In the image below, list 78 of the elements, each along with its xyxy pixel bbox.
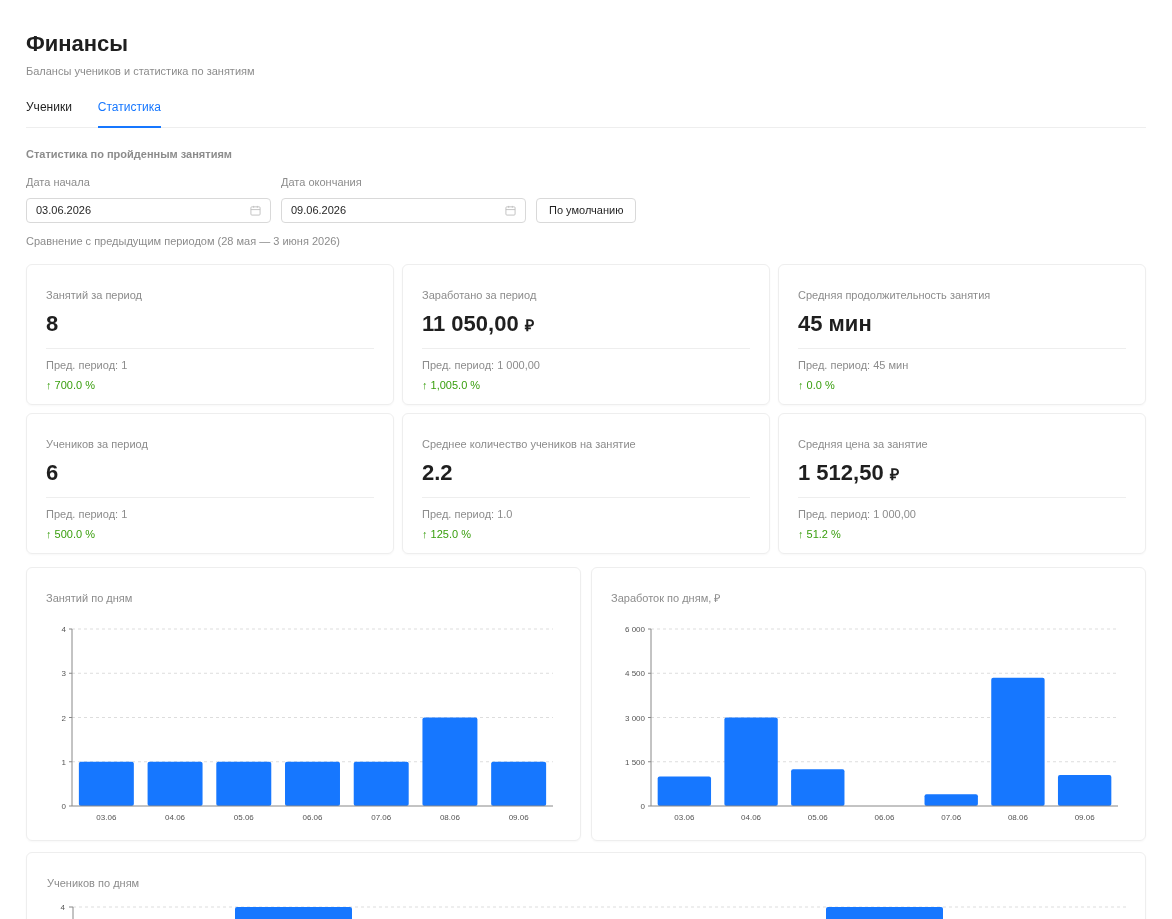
currency-sign: ₽ [889, 464, 899, 485]
bar [78, 761, 134, 806]
previous-period: Пред. период: 1 [46, 357, 128, 373]
metric-label: Заработано за период [422, 288, 537, 303]
metric-value: 8 [46, 309, 59, 338]
previous-period: Пред. период: 45 мин [798, 357, 909, 373]
field-label: Дата окончания [281, 175, 363, 190]
axis-tick-label: 06.06 [874, 812, 895, 822]
previous-period: Пред. период: 1 000,00 [422, 357, 540, 373]
axis-tick-label: 1 [61, 757, 66, 767]
axis-tick-label: 04.06 [165, 812, 186, 822]
change-percent: ↑ 700.0 % [46, 378, 95, 393]
metric-value: 45 мин [798, 309, 872, 338]
axis-tick-label: 0 [640, 801, 645, 811]
change-percent: ↑ 1,005.0 % [422, 378, 481, 393]
axis-tick-label: 08.06 [439, 812, 460, 822]
axis-tick-label: 1 500 [624, 757, 645, 767]
previous-period: Пред. период: 1 000,00 [798, 506, 916, 522]
axis-tick-label: 07.06 [941, 812, 962, 822]
metric-label: Среднее количество учеников на занятие [422, 437, 636, 452]
change-percent: ↑ 51.2 % [798, 527, 841, 542]
axis-tick-label: 4 [61, 624, 66, 634]
chart-title: Заработок по дням, ₽ [611, 591, 721, 606]
tab[interactable]: Ученики [26, 97, 72, 128]
axis-tick-label: 05.06 [807, 812, 828, 822]
section-title: Статистика по пройденным занятиям [26, 146, 233, 162]
bar [147, 761, 203, 806]
page-title: Финансы [26, 30, 130, 58]
calendar-icon [250, 204, 261, 216]
axis-tick-label: 03.06 [674, 812, 695, 822]
metric-label: Занятий за период [46, 288, 143, 303]
bar [1057, 774, 1112, 806]
axis-tick-label: 3 [61, 668, 66, 678]
metric-label: Учеников за период [46, 437, 148, 452]
currency-sign: ₽ [524, 315, 534, 336]
axis-tick-label: 6 000 [624, 624, 645, 634]
axis-tick-label: 05.06 [233, 812, 254, 822]
axis-tick-label: 09.06 [1074, 812, 1095, 822]
calendar-icon [505, 204, 516, 216]
bar [285, 761, 340, 806]
metric-label: Средняя продолжительность занятия [798, 288, 991, 303]
chart-title: Учеников по дням [47, 876, 140, 891]
axis-tick-label: 04.06 [741, 812, 762, 822]
date-field[interactable]: 03.06.2026 [26, 197, 271, 223]
bar [657, 776, 712, 806]
date-field[interactable]: 09.06.2026 [281, 197, 526, 223]
metric-value: 2.2 [422, 458, 453, 487]
change-percent: ↑ 0.0 % [798, 378, 835, 393]
change-percent: ↑ 125.0 % [422, 527, 471, 542]
axis-tick-label: 0 [61, 801, 66, 811]
axis-tick-label: 4 [60, 902, 65, 912]
page-subtitle: Балансы учеников и статистика по занятиям [26, 64, 256, 79]
axis-tick-label: 08.06 [1007, 812, 1028, 822]
metric-value: 1 512,50 [798, 458, 884, 487]
bar [216, 761, 272, 806]
previous-period: Пред. период: 1.0 [422, 506, 513, 522]
bar [791, 768, 845, 806]
axis-line [68, 906, 74, 919]
axis-tick-label: 09.06 [508, 812, 529, 822]
bar [924, 793, 978, 806]
axis-tick-label: 4 500 [624, 668, 645, 678]
tab[interactable]: Статистика [97, 97, 161, 128]
axis-tick-label: 06.06 [302, 812, 323, 822]
bar [491, 761, 547, 806]
field-label: Дата начала [26, 175, 91, 190]
axis-tick-label: 2 [61, 713, 66, 722]
chart-title: Занятий по дням [46, 591, 133, 606]
previous-period: Пред. период: 1 [46, 506, 128, 522]
axis-tick-label: 07.06 [371, 812, 392, 822]
comparison-note: Сравнение с предыдущим периодом (28 мая — 3 июня 2026) [26, 233, 342, 249]
axis-tick-label: 3 000 [624, 713, 645, 722]
axis-tick-label: 03.06 [96, 812, 117, 822]
bar [353, 761, 409, 806]
change-percent: ↑ 500.0 % [46, 527, 95, 542]
metric-value: 6 [46, 458, 59, 487]
metric-value: 11 050,00 [422, 309, 519, 338]
reset-button[interactable]: По умолчанию [536, 197, 637, 223]
metric-label: Средняя цена за занятие [798, 437, 928, 452]
